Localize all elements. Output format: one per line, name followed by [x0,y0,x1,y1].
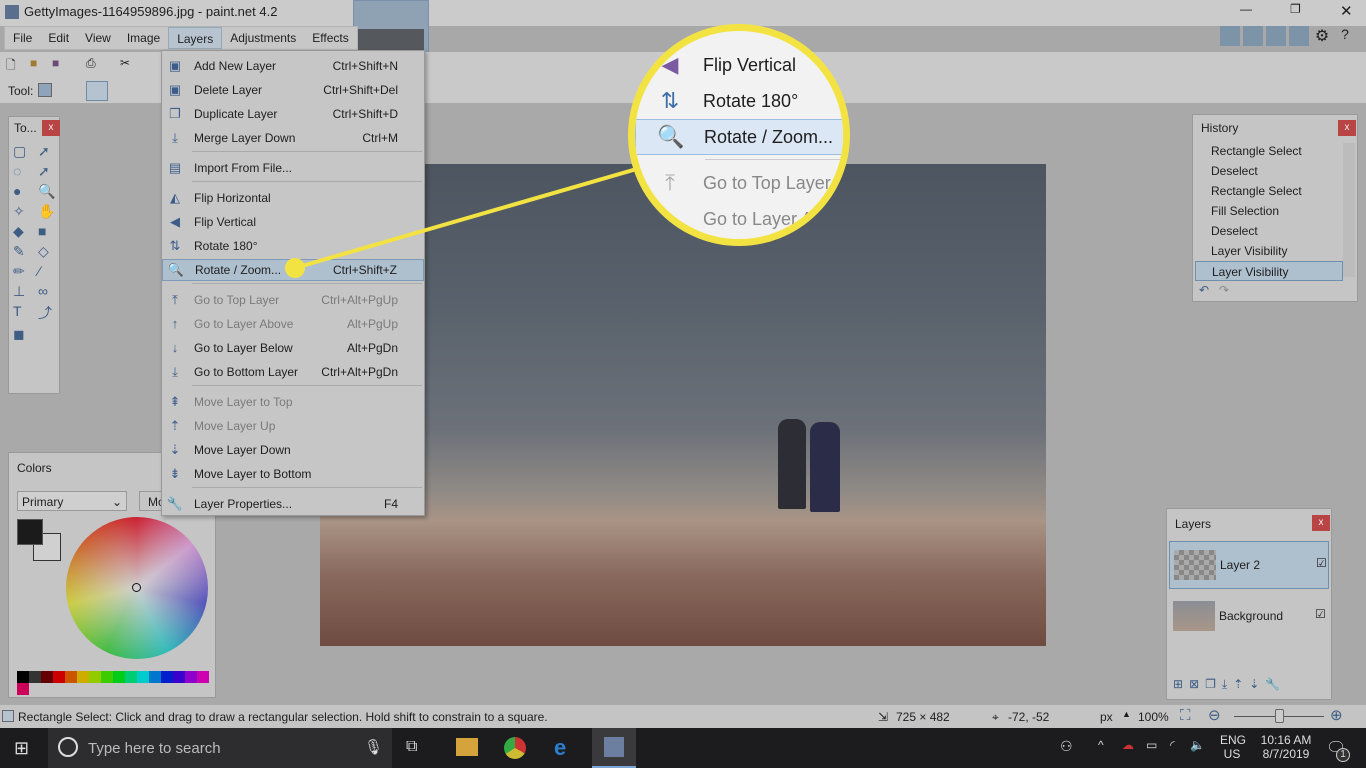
magnified-item: Go to Top Layer [703,172,831,193]
rotate-zoom-icon: 🔍 [657,124,685,149]
callout-dot [285,258,305,278]
rotate-180-icon: ⇅ [660,88,680,113]
magnifier-callout: ◀ Flip Vertical ⇅ Rotate 180° 🔍 Rotate / Zo… [628,24,850,246]
arrow-top-icon: ⤒ [665,170,675,195]
flip-vertical-icon: ◀ [661,52,679,77]
magnified-item: Flip Vertical [703,54,797,75]
magnified-item: Rotate 180° [703,90,799,111]
magnified-item-highlighted: Rotate / Zoom... [704,126,834,147]
magnified-item: Go to Layer Abo [703,208,834,229]
arrow-up-icon: ↑ [664,206,676,231]
callout-line [294,166,641,270]
